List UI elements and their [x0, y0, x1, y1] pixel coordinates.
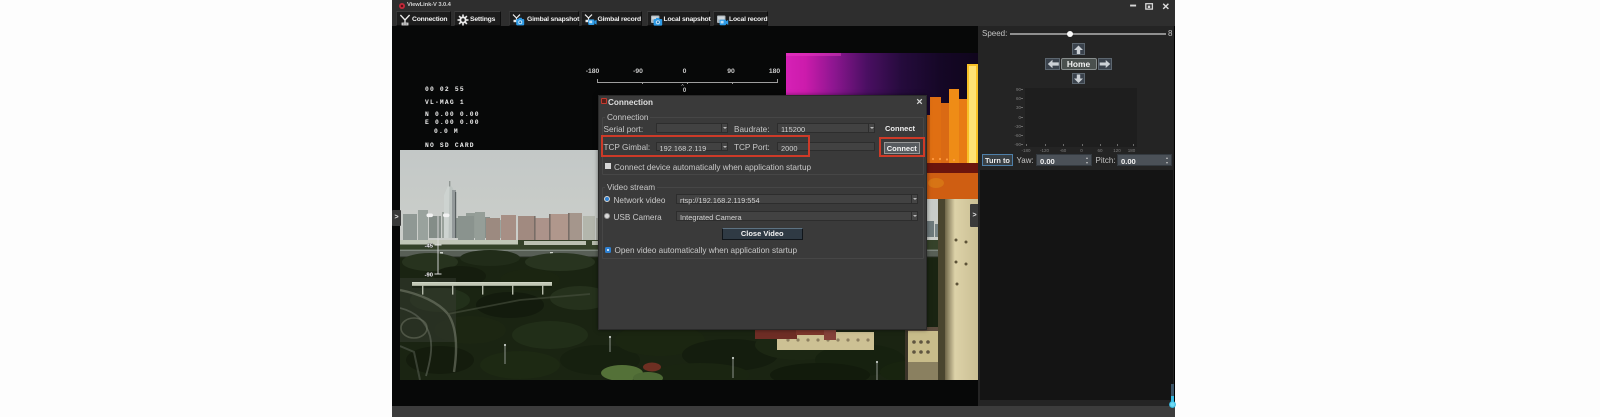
svg-text:-90: -90 [425, 273, 433, 279]
svg-text:-45: -45 [425, 244, 434, 250]
